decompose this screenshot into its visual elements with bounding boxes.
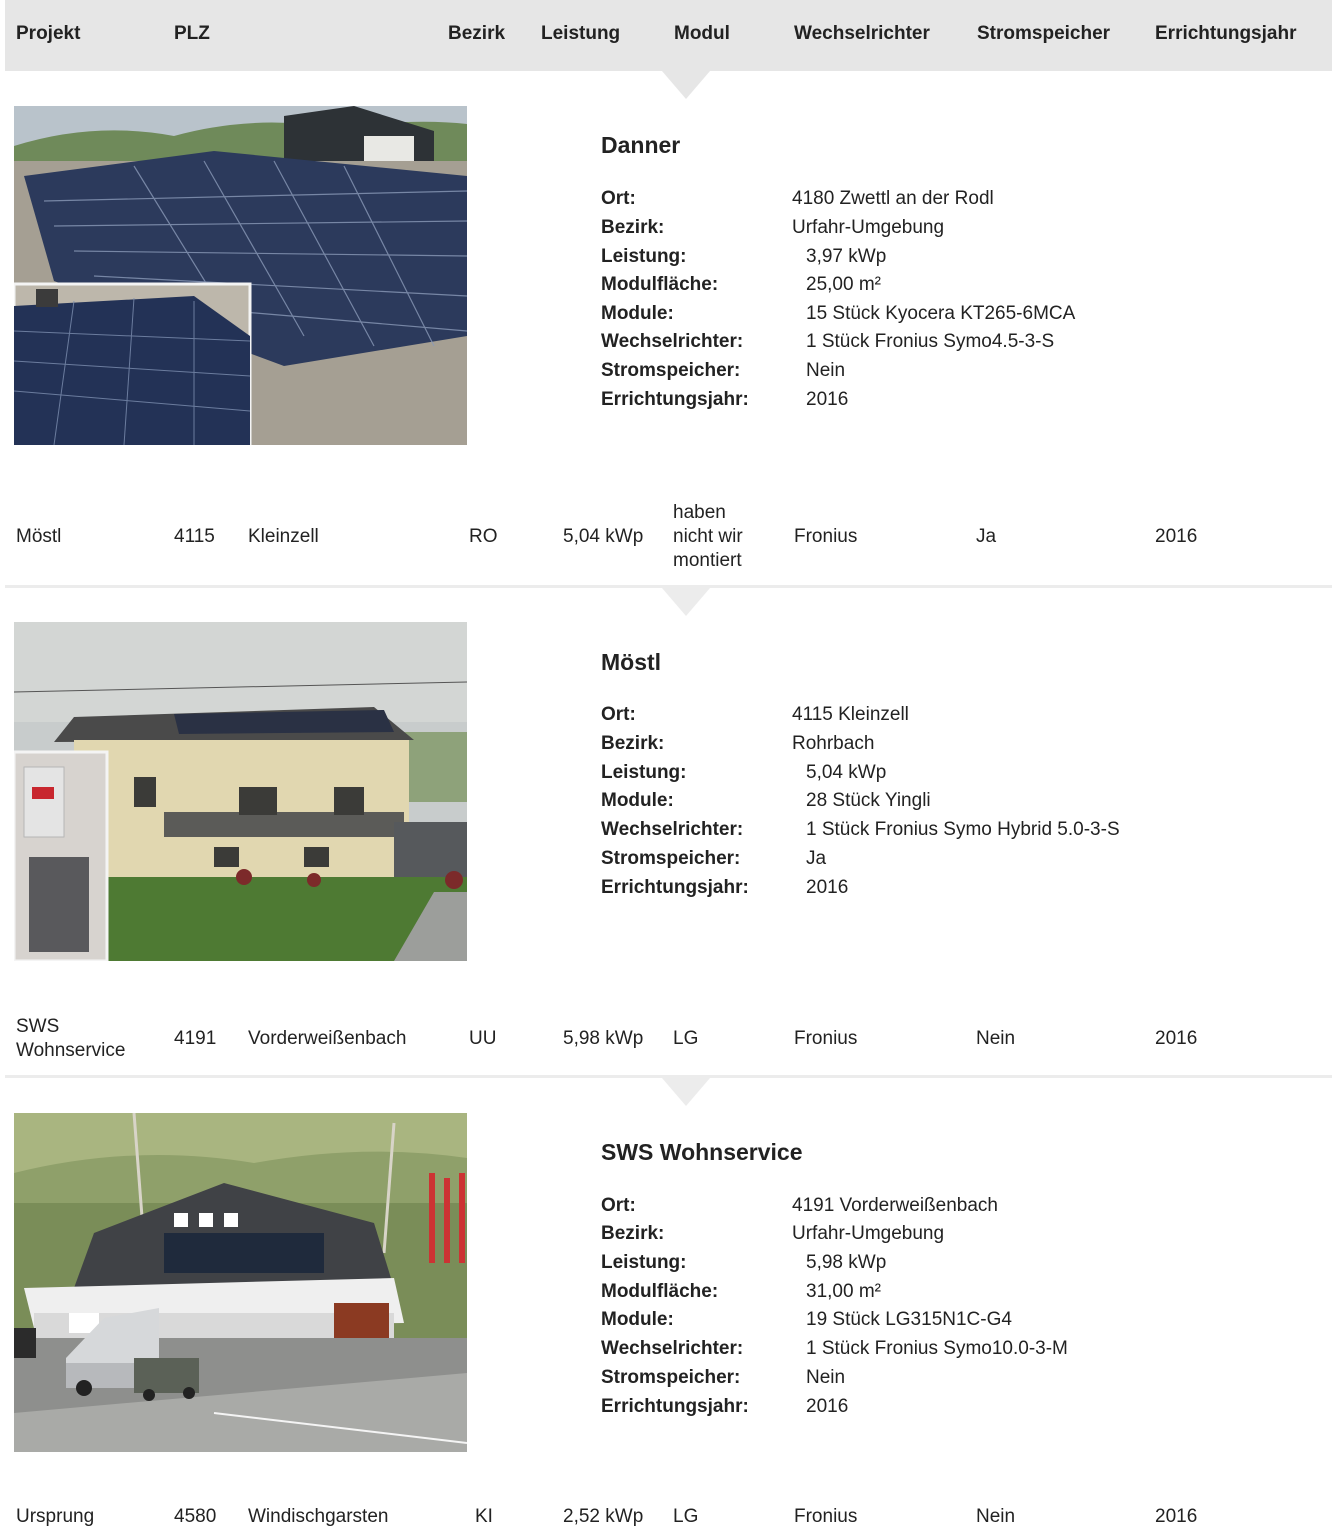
project-photo-moestl <box>14 622 467 961</box>
value-module: 28 Stück Yingli <box>806 790 931 811</box>
column-header-wechselrichter[interactable]: Wechselrichter <box>794 23 930 45</box>
label-wechselrichter: Wechselrichter: <box>601 1338 744 1359</box>
cell-modul: LG <box>673 1506 699 1527</box>
value-modulflaeche: 31,00 m² <box>806 1281 881 1302</box>
label-stromspeicher: Stromspeicher: <box>601 848 741 869</box>
value-ort: 4191 Vorderweißenbach <box>792 1195 998 1216</box>
cell-leistung: 5,98 kWp <box>563 1028 644 1049</box>
detail-title: Danner <box>601 132 681 158</box>
project-photo-danner <box>14 106 467 445</box>
column-header-modul[interactable]: Modul <box>674 23 730 45</box>
value-errichtungsjahr: 2016 <box>806 1396 849 1417</box>
label-ort: Ort: <box>601 188 636 209</box>
expand-pointer <box>662 588 710 616</box>
value-errichtungsjahr: 2016 <box>806 389 849 410</box>
value-leistung: 3,97 kWp <box>806 246 887 267</box>
cell-ort: Windischgarsten <box>248 1506 389 1527</box>
cell-bezirk: UU <box>469 1028 497 1049</box>
value-leistung: 5,04 kWp <box>806 762 887 783</box>
cell-stromspeicher: Nein <box>976 1028 1016 1049</box>
value-modulflaeche: 25,00 m² <box>806 274 881 295</box>
cell-plz: 4115 <box>174 526 215 547</box>
label-wechselrichter: Wechselrichter: <box>601 331 744 352</box>
cell-modul: LG <box>673 1028 699 1049</box>
value-ort: 4115 Kleinzell <box>792 704 909 725</box>
column-header-plz[interactable]: PLZ <box>174 23 210 45</box>
cell-ort: Kleinzell <box>248 526 319 547</box>
cell-jahr: 2016 <box>1155 1028 1198 1049</box>
column-header-projekt[interactable]: Projekt <box>16 23 80 45</box>
cell-projekt: SWS Wohnservice <box>16 1016 126 1061</box>
value-module: 15 Stück Kyocera KT265-6MCA <box>806 303 1076 324</box>
label-bezirk: Bezirk: <box>601 217 665 238</box>
label-ort: Ort: <box>601 1195 636 1216</box>
label-errichtungsjahr: Errichtungsjahr: <box>601 1396 749 1417</box>
expand-pointer <box>662 1078 710 1106</box>
cell-stromspeicher: Nein <box>976 1506 1016 1527</box>
label-stromspeicher: Stromspeicher: <box>601 360 741 381</box>
label-errichtungsjahr: Errichtungsjahr: <box>601 877 749 898</box>
cell-plz: 4191 <box>174 1028 217 1049</box>
detail-title: Möstl <box>601 649 662 675</box>
value-ort: 4180 Zwettl an der Rodl <box>792 188 994 209</box>
cell-plz: 4580 <box>174 1506 217 1527</box>
value-bezirk: Urfahr-Umgebung <box>792 1223 945 1244</box>
label-stromspeicher: Stromspeicher: <box>601 1367 741 1388</box>
label-leistung: Leistung: <box>601 1252 687 1273</box>
value-errichtungsjahr: 2016 <box>806 877 849 898</box>
label-leistung: Leistung: <box>601 762 687 783</box>
label-modulflaeche: Modulfläche: <box>601 274 719 295</box>
cell-wechselrichter: Fronius <box>794 526 858 547</box>
cell-jahr: 2016 <box>1155 526 1198 547</box>
cell-wechselrichter: Fronius <box>794 1506 858 1527</box>
table-header: Projekt PLZ Bezirk Leistung Modul Wechse… <box>5 0 1332 71</box>
value-stromspeicher: Ja <box>806 848 827 869</box>
cell-bezirk: RO <box>469 526 498 547</box>
value-stromspeicher: Nein <box>806 1367 846 1388</box>
cell-modul: haben nicht wir montiert <box>673 502 743 571</box>
column-header-bezirk[interactable]: Bezirk <box>448 23 505 45</box>
value-module: 19 Stück LG315N1C-G4 <box>806 1309 1012 1330</box>
label-errichtungsjahr: Errichtungsjahr: <box>601 389 749 410</box>
value-bezirk: Urfahr-Umgebung <box>792 217 945 238</box>
value-bezirk: Rohrbach <box>792 733 875 754</box>
cell-ort: Vorderweißenbach <box>248 1028 407 1049</box>
label-leistung: Leistung: <box>601 246 687 267</box>
cell-bezirk: KI <box>475 1506 493 1527</box>
label-module: Module: <box>601 790 674 811</box>
label-module: Module: <box>601 303 674 324</box>
label-ort: Ort: <box>601 704 636 725</box>
label-modulflaeche: Modulfläche: <box>601 1281 719 1302</box>
column-header-stromspeicher[interactable]: Stromspeicher <box>977 23 1110 45</box>
cell-wechselrichter: Fronius <box>794 1028 858 1049</box>
cell-leistung: 2,52 kWp <box>563 1506 644 1527</box>
cell-projekt: Ursprung <box>16 1506 95 1527</box>
label-bezirk: Bezirk: <box>601 1223 665 1244</box>
value-wechselrichter: 1 Stück Fronius Symo10.0-3-M <box>806 1338 1068 1359</box>
label-wechselrichter: Wechselrichter: <box>601 819 744 840</box>
column-header-leistung[interactable]: Leistung <box>541 23 620 45</box>
label-bezirk: Bezirk: <box>601 733 665 754</box>
value-wechselrichter: 1 Stück Fronius Symo4.5-3-S <box>806 331 1055 352</box>
detail-title: SWS Wohnservice <box>601 1139 803 1165</box>
label-module: Module: <box>601 1309 674 1330</box>
value-leistung: 5,98 kWp <box>806 1252 887 1273</box>
value-stromspeicher: Nein <box>806 360 846 381</box>
cell-stromspeicher: Ja <box>976 526 997 547</box>
project-photo-sws-wohnservice <box>14 1113 467 1452</box>
cell-projekt: Möstl <box>16 526 62 547</box>
cell-leistung: 5,04 kWp <box>563 526 644 547</box>
expand-pointer <box>662 71 710 99</box>
cell-jahr: 2016 <box>1155 1506 1198 1527</box>
column-header-errichtungsjahr[interactable]: Errichtungsjahr <box>1155 23 1296 45</box>
value-wechselrichter: 1 Stück Fronius Symo Hybrid 5.0-3-S <box>806 819 1120 840</box>
